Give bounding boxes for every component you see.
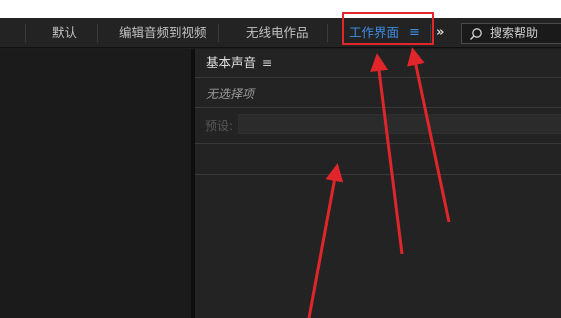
highlight-box [342, 12, 434, 45]
tab-separator [218, 24, 219, 42]
overflow-chevron-icon[interactable]: » [436, 18, 444, 48]
left-panel [0, 49, 191, 318]
search-help-label: 搜索帮助 [490, 26, 539, 40]
tab-edit-audio-to-video[interactable]: 编辑音频到视频 [119, 18, 207, 48]
tab-separator [327, 24, 328, 42]
tab-separator [97, 24, 98, 42]
preset-dropdown[interactable] [238, 114, 561, 134]
divider-line [195, 143, 561, 144]
preset-label: 预设: [205, 119, 234, 133]
tab-radio-production[interactable]: 无线电作品 [246, 18, 309, 48]
search-icon [470, 28, 482, 40]
divider-line [195, 77, 561, 78]
search-help-field[interactable]: 搜索帮助 [461, 23, 561, 44]
panel-title: 基本声音 [206, 55, 257, 70]
essential-sound-panel: 基本声音 ≡ 无选择项 预设: [195, 49, 561, 318]
divider-line [195, 107, 561, 108]
panel-menu-icon[interactable]: ≡ [262, 49, 272, 77]
workspace-tab-bar: 默认 编辑音频到视频 无线电作品 工作界面 ≡ » 搜索帮助 [0, 18, 561, 48]
tab-separator [25, 24, 26, 42]
top-strip [0, 0, 561, 18]
divider-line [195, 174, 561, 175]
tab-default[interactable]: 默认 [52, 18, 77, 48]
no-selection-text: 无选择项 [206, 87, 255, 101]
